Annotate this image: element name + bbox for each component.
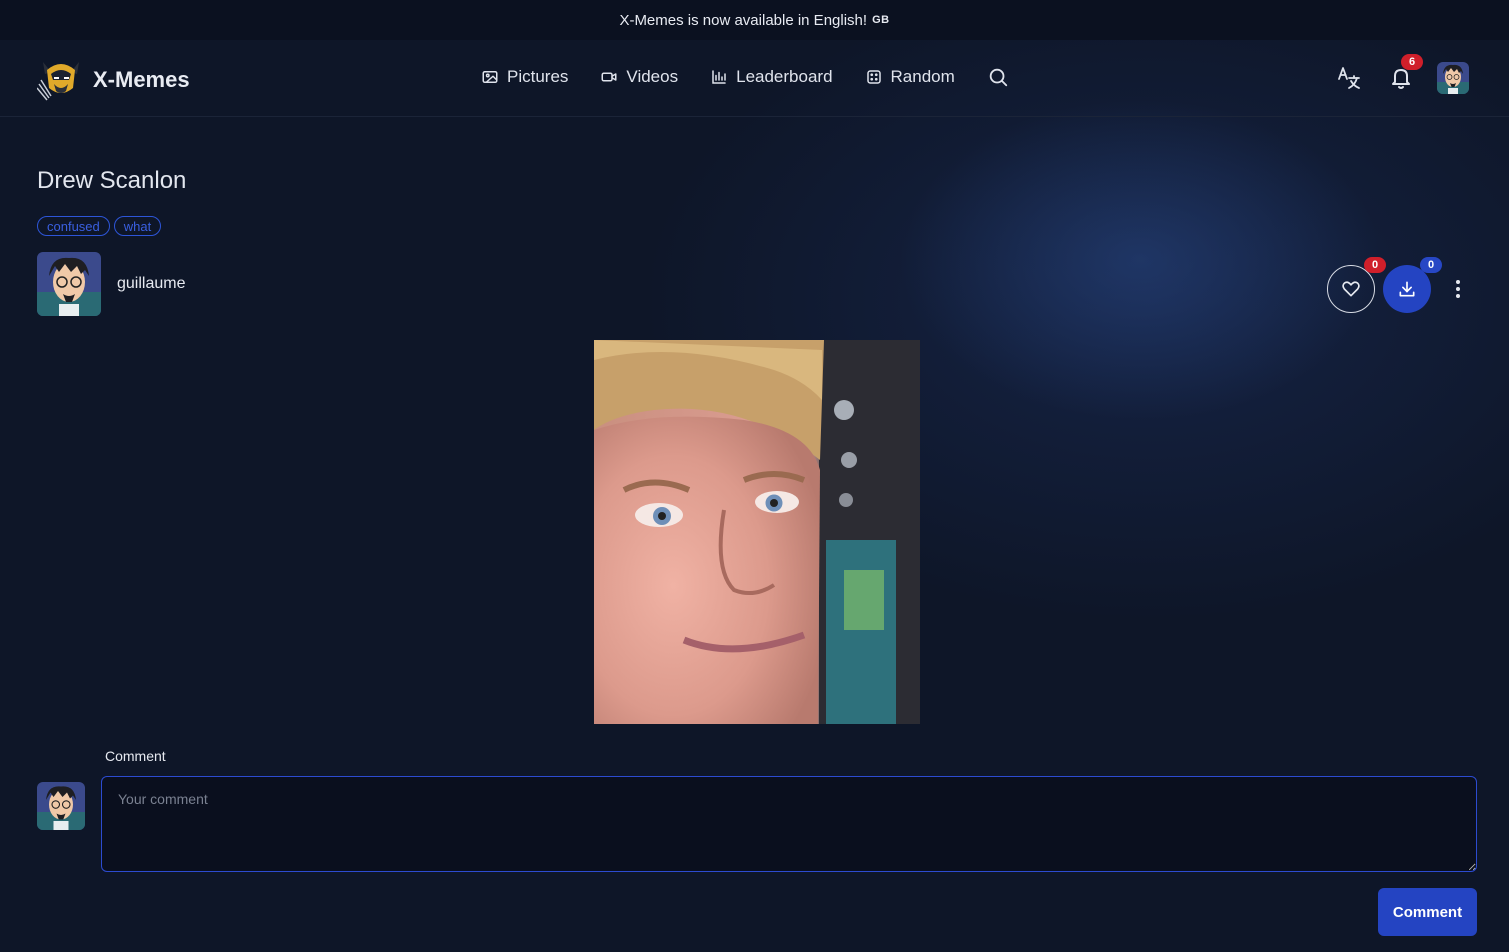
brand-name: X-Memes <box>93 67 190 92</box>
nav-pictures-label: Pictures <box>507 67 569 86</box>
notification-count-badge: 6 <box>1401 54 1423 70</box>
image-icon <box>482 71 498 83</box>
dice-icon <box>866 70 881 84</box>
tag-chip[interactable]: what <box>113 216 162 236</box>
wolverine-logo-icon <box>36 58 85 102</box>
nav-leaderboard[interactable]: Leaderboard <box>710 67 833 87</box>
top-navbar: X-Memes Pictures Videos Leaderboard Rand… <box>0 40 1509 117</box>
brand-logo[interactable]: X-Memes <box>36 58 190 102</box>
post-title: Drew Scanlon <box>37 167 187 194</box>
comment-label: Comment <box>105 748 166 764</box>
banner-text: X-Memes is now available in English! <box>619 11 868 29</box>
download-count-badge: 0 <box>1420 257 1442 273</box>
nav-random[interactable]: Random <box>865 67 955 87</box>
announcement-banner: X-Memes is now available in English! GB <box>0 0 1509 40</box>
user-avatar[interactable] <box>1437 62 1469 94</box>
download-icon <box>1399 281 1415 297</box>
meme-image[interactable] <box>594 340 920 724</box>
like-count-badge: 0 <box>1364 257 1386 273</box>
author-avatar[interactable] <box>37 252 101 316</box>
more-options-icon[interactable] <box>1448 277 1468 301</box>
nav-leaderboard-label: Leaderboard <box>736 67 833 86</box>
tag-chip[interactable]: confused <box>37 216 110 236</box>
heart-icon <box>1342 281 1360 297</box>
gb-flag-label: GB <box>872 14 890 26</box>
nav-random-label: Random <box>890 67 955 86</box>
video-icon <box>601 72 617 82</box>
nav-videos-label: Videos <box>626 67 679 86</box>
notifications-button[interactable]: 6 <box>1389 54 1423 91</box>
main-nav: Pictures Videos Leaderboard Random <box>481 66 1009 88</box>
commenter-avatar <box>37 782 85 830</box>
page: X-Memes Pictures Videos Leaderboard Rand… <box>0 40 1509 952</box>
comment-input[interactable] <box>101 776 1477 872</box>
post-author[interactable]: guillaume <box>37 252 185 316</box>
tag-list: confused what <box>37 216 162 236</box>
nav-videos[interactable]: Videos <box>600 67 678 87</box>
author-name[interactable]: guillaume <box>117 275 185 293</box>
submit-comment-button[interactable]: Comment <box>1378 888 1477 936</box>
search-icon[interactable] <box>987 66 1009 88</box>
bar-chart-icon <box>712 70 726 84</box>
nav-pictures[interactable]: Pictures <box>481 67 568 87</box>
translate-icon[interactable] <box>1337 65 1361 91</box>
